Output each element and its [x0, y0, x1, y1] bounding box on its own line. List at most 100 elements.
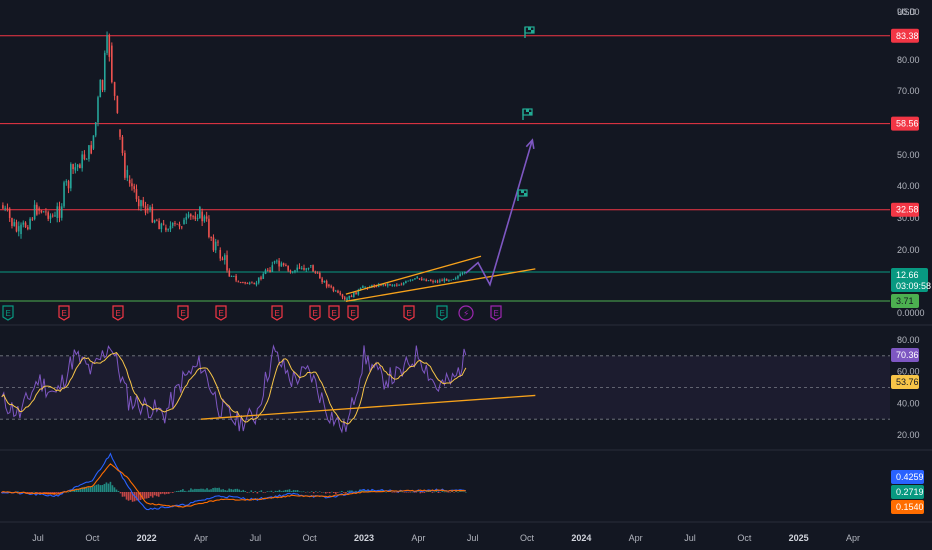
- candle-body: [391, 285, 394, 286]
- time-tick-label: Oct: [85, 533, 100, 543]
- earnings-marker-icon[interactable]: E: [436, 305, 448, 321]
- candle-body: [452, 279, 455, 280]
- macd-histogram-bar: [37, 492, 39, 493]
- candle-body: [409, 279, 412, 281]
- candle-body: [196, 218, 199, 220]
- candle-body: [178, 223, 181, 227]
- macd-histogram-bar: [200, 488, 202, 492]
- macd-histogram-bar: [103, 483, 106, 492]
- candle-body: [248, 282, 251, 284]
- macd-histogram-bar: [204, 489, 206, 492]
- candle-body: [201, 211, 203, 222]
- earnings-marker-icon[interactable]: E: [215, 305, 227, 321]
- macd-histogram-bar: [453, 492, 455, 493]
- dividend-marker-glyph: ⚡: [463, 310, 469, 320]
- macd-value: 0.2719: [896, 487, 924, 497]
- price-chart[interactable]: EEEEEEEEEEE⚡E USD 90.0080.0070.0060.0050…: [0, 0, 932, 550]
- dividend-marker-icon[interactable]: ⚡: [458, 305, 474, 321]
- earnings-marker-icon[interactable]: E: [328, 305, 340, 321]
- candle-body: [31, 218, 34, 220]
- macd-histogram-bar: [433, 491, 436, 493]
- candle-body: [13, 222, 16, 226]
- candle-body: [11, 218, 13, 226]
- candle-body: [332, 287, 335, 291]
- earnings-marker-icon[interactable]: E: [309, 305, 321, 321]
- earnings-marker-icon[interactable]: E: [58, 305, 70, 321]
- macd-histogram-bar: [465, 492, 467, 493]
- macd-histogram-bar: [208, 489, 210, 492]
- candle-body: [151, 207, 154, 223]
- earnings-marker-icon[interactable]: E: [490, 305, 502, 321]
- earnings-marker-letter: E: [440, 309, 445, 318]
- candle-body: [223, 255, 226, 260]
- candle-body: [260, 277, 262, 279]
- candle-body: [167, 229, 169, 231]
- macd-histogram-bar: [71, 491, 74, 492]
- candle-body: [269, 270, 271, 273]
- macd-histogram-bar: [198, 488, 200, 492]
- macd-histogram-bar: [127, 492, 130, 501]
- macd-histogram-bar: [244, 491, 247, 492]
- candle-body: [128, 179, 131, 184]
- candle-body: [72, 164, 74, 170]
- rsi-pane[interactable]: [0, 344, 890, 434]
- macd-histogram-bar: [461, 491, 463, 493]
- earnings-marker-icon[interactable]: E: [177, 305, 189, 321]
- macd-histogram-bar: [216, 487, 218, 492]
- rsi-tick-label: 20.00: [897, 430, 920, 440]
- candle-body: [457, 276, 459, 279]
- candle-body: [434, 281, 437, 282]
- candle-body: [29, 218, 31, 230]
- macd-histogram-bar: [149, 492, 152, 497]
- candle-body: [176, 223, 179, 225]
- earnings-marker-icon[interactable]: E: [347, 305, 359, 321]
- candle-body: [106, 35, 108, 53]
- candle-body: [348, 295, 351, 299]
- candle-body: [375, 286, 378, 288]
- macd-histogram-bar: [264, 492, 267, 493]
- macd-histogram-bar: [170, 492, 172, 493]
- macd-histogram-bar: [186, 491, 188, 492]
- candle-body: [425, 279, 428, 281]
- macd-histogram-bar: [268, 491, 271, 493]
- candle-body: [321, 278, 323, 283]
- earnings-marker-letter: E: [181, 309, 186, 318]
- candle-body: [228, 270, 231, 277]
- candle-body: [337, 290, 339, 293]
- macd-histogram-bar: [310, 491, 313, 492]
- candle-body: [33, 204, 36, 220]
- macd-histogram-bar: [302, 491, 305, 492]
- candle-body: [65, 181, 68, 183]
- candle-body: [463, 271, 466, 274]
- candle-body: [6, 207, 9, 209]
- candle-body: [273, 261, 276, 263]
- rsi-tick-label: 40.00: [897, 398, 920, 408]
- candle-body: [355, 292, 357, 295]
- earnings-marker-icon[interactable]: E: [112, 305, 124, 321]
- candle-body: [187, 214, 190, 218]
- earnings-marker-icon[interactable]: E: [271, 305, 283, 321]
- candle-body: [353, 292, 355, 298]
- candle-body: [296, 267, 299, 271]
- earnings-marker-icon[interactable]: E: [2, 305, 14, 321]
- macd-histogram-bar: [55, 492, 57, 494]
- macd-histogram-bar: [105, 482, 108, 492]
- candle-body: [212, 237, 215, 251]
- candle-body: [393, 284, 396, 286]
- candle-body: [38, 208, 40, 211]
- macd-histogram-bar: [276, 491, 279, 492]
- candle-body: [386, 284, 389, 286]
- macd-histogram-bar: [445, 491, 448, 493]
- candle-body: [121, 136, 124, 154]
- candle-body: [384, 284, 387, 286]
- macd-histogram-bar: [318, 491, 321, 492]
- candle-body: [210, 236, 212, 238]
- candle-body: [242, 282, 244, 283]
- price-level-value: 58.56: [896, 119, 919, 129]
- price-tick-label: 80.00: [897, 55, 920, 65]
- earnings-marker-icon[interactable]: E: [403, 305, 415, 321]
- candle-body: [278, 260, 280, 267]
- candle-body: [180, 226, 183, 228]
- time-tick-label: Apr: [629, 533, 643, 543]
- candle-body: [280, 263, 283, 267]
